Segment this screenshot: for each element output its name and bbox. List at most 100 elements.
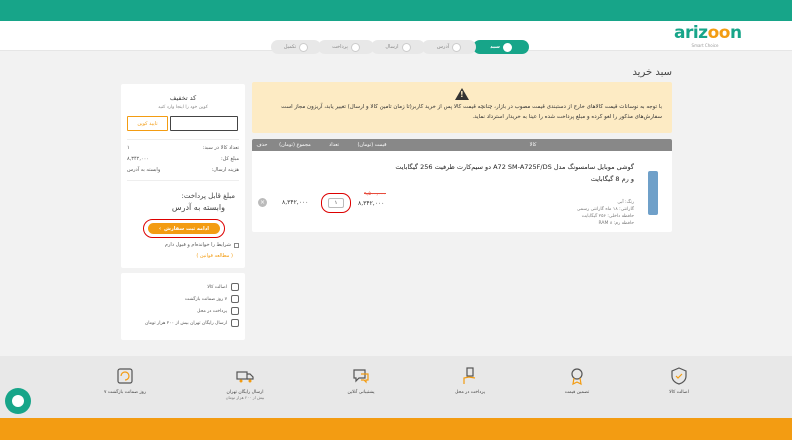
medal-icon bbox=[567, 366, 587, 386]
count-row: تعداد کالا در سبد: ۱ bbox=[127, 145, 239, 151]
shipping-row: هزینه ارسال: وابسته به آدرس bbox=[127, 167, 239, 173]
order-summary: کد تخفیف کوپن خود را اینجا وارد کنید تای… bbox=[121, 84, 245, 268]
shipping-value: وابسته به آدرس bbox=[127, 167, 161, 173]
meta-storage: حافظه داخلی: ۲۵۶ گیگابایت bbox=[581, 214, 634, 219]
hand-pay-icon bbox=[460, 366, 480, 386]
truck-icon bbox=[235, 366, 255, 386]
top-bar bbox=[0, 0, 792, 21]
chat-icon bbox=[12, 395, 24, 407]
header-total: مجموع (تومان) bbox=[279, 142, 311, 148]
feature-label: اصالت کالا bbox=[207, 284, 227, 290]
support-icon bbox=[351, 366, 371, 386]
step-label: تکمیل bbox=[283, 44, 297, 50]
hand-pay-icon bbox=[231, 307, 239, 315]
shield-icon bbox=[231, 283, 239, 291]
meta-warranty: گارانتی: ۱۸ ماه گارانتی رسمی bbox=[576, 207, 634, 212]
footer-item-cod: پرداخت در محل bbox=[425, 366, 515, 395]
logo-part-b: n bbox=[729, 23, 742, 43]
price-warning: با توجه به نوسانات قیمت کالاهای خارج از … bbox=[252, 82, 672, 133]
terms-row[interactable]: شرایط را خوانده‌ام و قبول دارم bbox=[165, 242, 239, 248]
unit-price: ۸,۳۴۲,۰۰۰ bbox=[358, 200, 385, 207]
payable-value: وابسته به آدرس bbox=[171, 203, 225, 212]
terms-link[interactable]: ( مطالعه قوانین ) bbox=[196, 253, 233, 259]
footer-features: اصالت کالا تضمین قیمت پرداخت در محل پشتی… bbox=[0, 356, 792, 418]
terms-checkbox[interactable] bbox=[234, 242, 239, 248]
logo-part-o: oo bbox=[707, 23, 731, 43]
footer-label: پرداخت در محل bbox=[455, 390, 485, 395]
old-price: ۹,۵۰۰,۰۰۰ bbox=[364, 191, 386, 197]
basket-icon bbox=[502, 42, 512, 52]
step-shipping[interactable]: ارسال bbox=[371, 40, 425, 54]
step-label: آدرس bbox=[436, 44, 450, 50]
feature-item: پرداخت در محل bbox=[197, 307, 239, 315]
logo-part-a: ariz bbox=[674, 23, 708, 43]
logo-text: arizoon bbox=[674, 23, 742, 43]
step-label: ارسال bbox=[385, 44, 399, 50]
count-value: ۱ bbox=[127, 145, 130, 151]
footer-label: اصالت کالا bbox=[669, 390, 689, 395]
footer-item-support: پشتیبانی آنلاین bbox=[316, 366, 406, 395]
discount-title: کد تخفیف bbox=[169, 94, 197, 102]
table-header: کالا قیمت (تومان) تعداد مجموع (تومان) حذ… bbox=[252, 139, 672, 151]
coupon-input[interactable] bbox=[170, 116, 238, 131]
continue-label: ادامه ثبت سفارش bbox=[164, 225, 210, 232]
feature-label: ارسال رایگان تهران بیش از ۲۰۰ هزار تومان bbox=[144, 320, 227, 326]
step-basket[interactable]: سبد bbox=[473, 40, 529, 54]
row-total: ۸,۳۴۲,۰۰۰ bbox=[282, 199, 309, 206]
logo[interactable]: arizoon Smart Choice bbox=[674, 23, 742, 49]
amount-row: مبلغ کل: ۸,۳۴۲,۰۰۰ bbox=[127, 156, 239, 162]
return-icon bbox=[231, 295, 239, 303]
terms-text: شرایط را خوانده‌ام و قبول دارم bbox=[164, 242, 231, 248]
footer-label: پشتیبانی آنلاین bbox=[347, 390, 375, 395]
payable-label: مبلغ قابل پرداخت: bbox=[181, 192, 235, 200]
page-title: سبد خرید bbox=[632, 67, 672, 78]
header-qty: تعداد bbox=[328, 142, 340, 148]
apply-coupon-button[interactable]: تایید کوپن bbox=[127, 116, 168, 131]
card-icon bbox=[350, 42, 360, 52]
footer-item-free-shipping: ارسال رایگان تهران بیش از ۲۰۰ هزار تومان bbox=[200, 366, 290, 400]
header-price: قیمت (تومان) bbox=[357, 142, 387, 148]
warning-icon bbox=[455, 88, 469, 100]
bottom-bar bbox=[0, 418, 792, 440]
feature-item: ارسال رایگان تهران بیش از ۲۰۰ هزار تومان bbox=[145, 319, 239, 327]
continue-highlight: ادامه ثبت سفارش ‹ bbox=[143, 219, 225, 238]
feature-label: ۷ روز ضمانت بازگشت bbox=[184, 296, 227, 302]
discount-subtitle: کوپن خود را اینجا وارد کنید bbox=[158, 105, 208, 110]
amount-value: ۸,۳۴۲,۰۰۰ bbox=[127, 156, 149, 162]
product-image[interactable] bbox=[648, 171, 658, 215]
feature-item: اصالت کالا bbox=[207, 283, 239, 291]
product-title[interactable]: گوشی موبایل سامسونگ مدل A72 SM-A725F/DS … bbox=[394, 161, 634, 185]
chat-button[interactable] bbox=[5, 388, 31, 414]
checkout-steps: سبد آدرس ارسال پرداخت تکمیل bbox=[265, 40, 529, 54]
delete-icon[interactable]: × bbox=[258, 198, 267, 207]
step-label: سبد bbox=[490, 44, 500, 50]
footer-label: تضمین قیمت bbox=[564, 390, 590, 395]
footer-label: ۷ روز ضمانت بازگشت bbox=[103, 390, 147, 395]
footer-sublabel: بیش از ۲۰۰ هزار تومان bbox=[225, 395, 265, 400]
divider bbox=[127, 139, 239, 140]
shipping-label: هزینه ارسال: bbox=[211, 167, 239, 173]
header-goods: کالا bbox=[529, 142, 537, 148]
step-payment[interactable]: پرداخت bbox=[318, 40, 374, 54]
continue-order-button[interactable]: ادامه ثبت سفارش ‹ bbox=[148, 223, 220, 234]
features-box: اصالت کالا ۷ روز ضمانت بازگشت پرداخت در … bbox=[121, 273, 245, 340]
table-row: گوشی موبایل سامسونگ مدل A72 SM-A725F/DS … bbox=[252, 151, 672, 232]
footer-item-price-guarantee: تضمین قیمت bbox=[532, 366, 622, 395]
count-label: تعداد کالا در سبد: bbox=[202, 145, 239, 151]
feature-label: پرداخت در محل bbox=[197, 308, 227, 314]
truck-icon bbox=[231, 319, 239, 327]
amount-label: مبلغ کل: bbox=[221, 156, 239, 162]
footer-item-authenticity: اصالت کالا bbox=[634, 366, 724, 395]
logo-tagline: Smart Choice bbox=[691, 43, 719, 48]
cart-table: کالا قیمت (تومان) تعداد مجموع (تومان) حذ… bbox=[252, 139, 672, 232]
meta-color: رنگ: آبی bbox=[617, 200, 634, 205]
product-meta: رنگ: آبی گارانتی: ۱۸ ماه گارانتی رسمی حا… bbox=[577, 199, 634, 227]
location-icon bbox=[452, 42, 462, 52]
warning-text: با توجه به نوسانات قیمت کالاهای خارج از … bbox=[281, 104, 662, 120]
meta-ram: حافظه رم: ۸ RAM bbox=[598, 221, 634, 226]
quantity-stepper[interactable]: ۱ bbox=[328, 198, 344, 208]
step-address[interactable]: آدرس bbox=[422, 40, 476, 54]
header-delete: حذف bbox=[256, 142, 268, 148]
chevron-left-icon: ‹ bbox=[158, 225, 162, 232]
step-complete[interactable]: تکمیل bbox=[271, 40, 321, 54]
